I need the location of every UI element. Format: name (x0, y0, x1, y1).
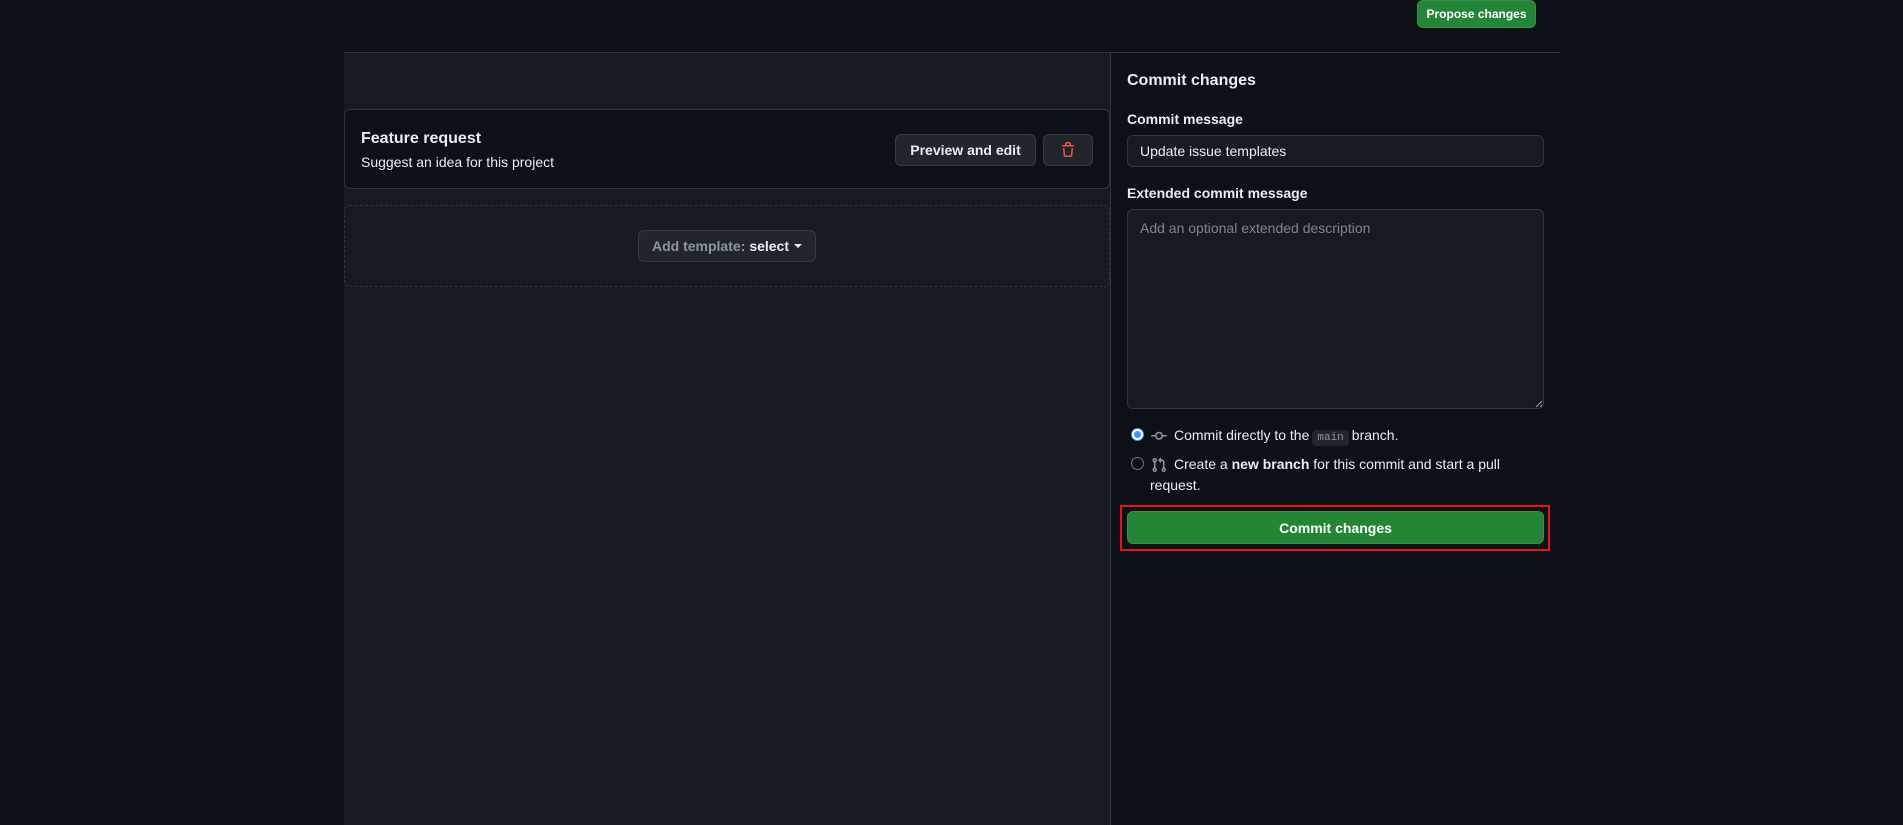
new-branch-bold: new branch (1231, 456, 1310, 472)
add-template-select-button[interactable]: Add template: select (638, 230, 816, 262)
template-description: Suggest an idea for this project (361, 154, 555, 170)
template-card-feature-request: Feature request Suggest an idea for this… (344, 109, 1110, 189)
preview-and-edit-button[interactable]: Preview and edit (895, 134, 1036, 166)
caret-down-icon (794, 244, 803, 248)
commit-message-input[interactable] (1127, 135, 1544, 167)
delete-template-button[interactable] (1043, 134, 1093, 166)
add-template-select-label: select (749, 238, 790, 254)
commit-message-label: Commit message (1127, 111, 1243, 127)
branch-name-badge: main (1312, 430, 1349, 446)
pane-divider (1110, 53, 1111, 825)
new-branch-radio[interactable] (1131, 457, 1144, 470)
commit-direct-suffix: branch. (1351, 427, 1399, 443)
commit-direct-prefix: Commit directly to the (1174, 427, 1310, 443)
git-commit-icon (1151, 431, 1167, 440)
new-branch-text-line2: request. (1150, 477, 1201, 493)
extended-commit-message-label: Extended commit message (1127, 185, 1308, 201)
trash-icon (1062, 142, 1074, 157)
extended-commit-message-textarea[interactable] (1127, 209, 1544, 409)
propose-changes-button[interactable]: Propose changes (1417, 0, 1536, 28)
new-branch-suffix-line1: for this commit and start a pull (1313, 456, 1501, 472)
add-template-label: Add template: (651, 238, 746, 254)
commit-panel-heading: Commit changes (1127, 72, 1256, 89)
commit-changes-button[interactable]: Commit changes (1127, 511, 1544, 544)
commit-direct-radio[interactable] (1131, 428, 1144, 441)
new-branch-text: Create a new branch for this commit and … (1174, 454, 1514, 475)
template-title: Feature request (361, 130, 482, 147)
new-branch-prefix: Create a (1174, 456, 1228, 472)
add-template-zone: Add template: select (344, 205, 1110, 287)
git-pull-request-icon (1152, 457, 1167, 473)
commit-direct-text: Commit directly to the main branch. (1174, 425, 1398, 449)
